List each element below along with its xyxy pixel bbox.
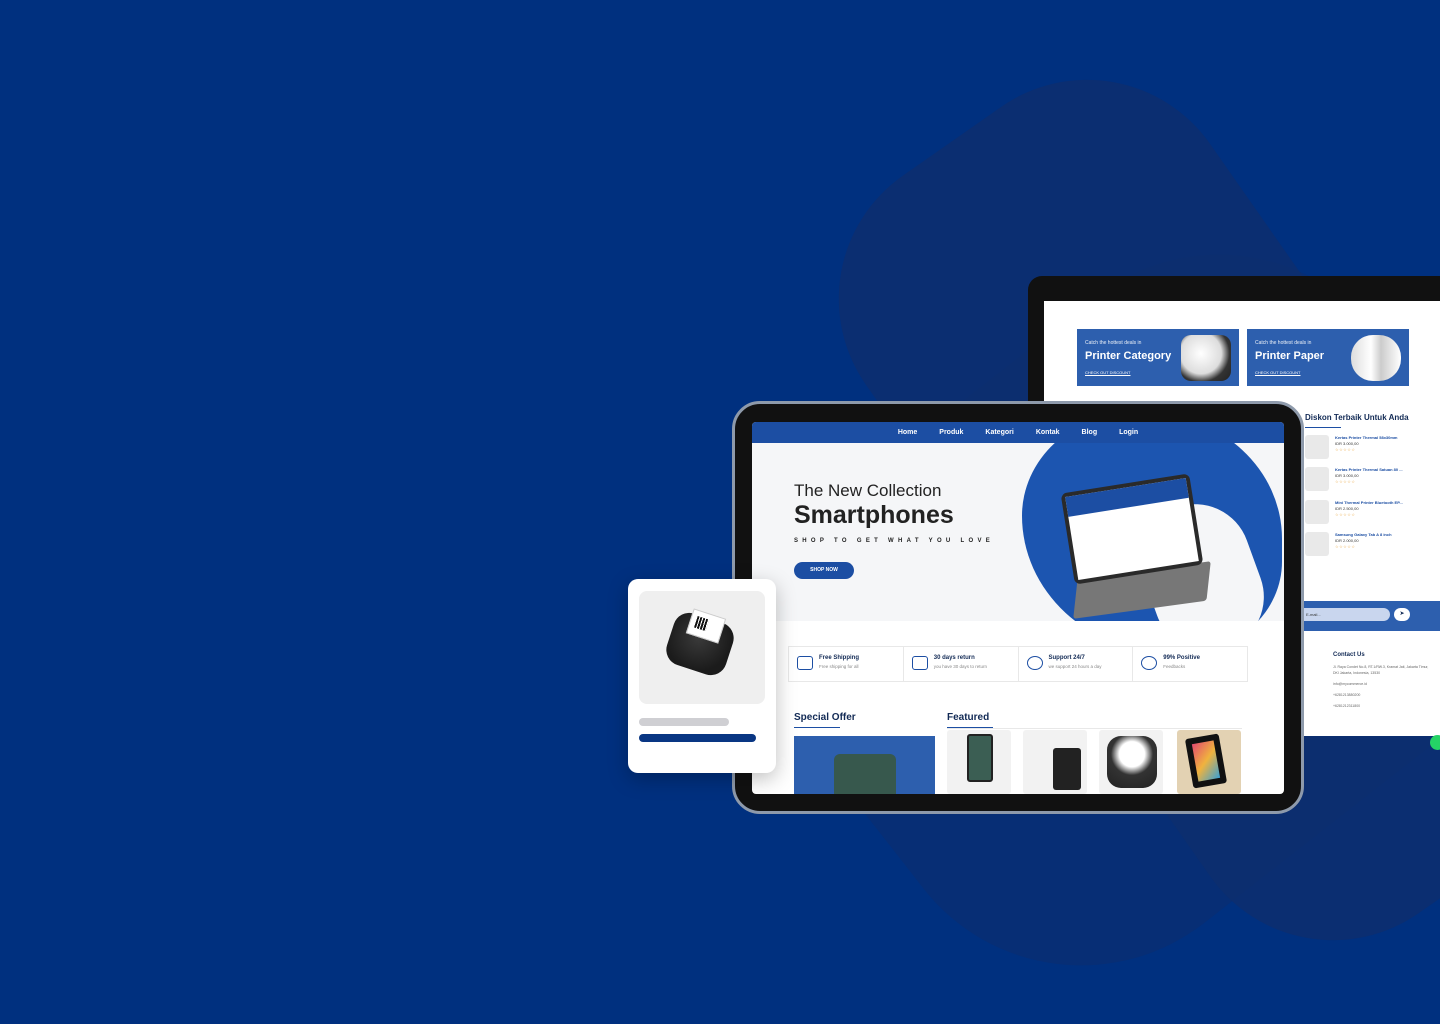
hero-banner: The New Collection Smartphones SHOP TO G… (752, 443, 1284, 621)
contact-email[interactable]: info@mycommerce.id (1333, 681, 1433, 687)
product-price: IDR 2.500,00 (1335, 506, 1359, 511)
contact-title: Contact Us (1333, 652, 1365, 658)
list-item[interactable]: Kertas Printer Thermal 58x30mm IDR 3.000… (1305, 435, 1440, 461)
galaxy-tab-product-image (1184, 733, 1228, 789)
list-item[interactable]: Kertas Printer Thermal Satuan 80 ... IDR… (1305, 467, 1440, 493)
promo-banner-printer-category[interactable]: Catch the hottest deals in Printer Categ… (1077, 329, 1239, 386)
printer-product-image (1107, 736, 1157, 788)
featured-title: Featured (947, 712, 994, 728)
rating-stars: ☆☆☆☆☆ (1335, 544, 1356, 549)
nav-produk[interactable]: Produk (939, 429, 963, 436)
shop-now-button[interactable]: SHOP NOW (794, 562, 854, 579)
feature-title: Free Shipping (819, 655, 860, 661)
product-price: IDR 3.000,00 (1335, 473, 1359, 478)
featured-product[interactable] (947, 730, 1011, 794)
skeleton-accent-bar (639, 734, 756, 742)
tablet-product-image (967, 734, 993, 782)
floating-product-card[interactable] (628, 579, 776, 773)
special-offer-card[interactable] (794, 736, 935, 794)
list-item[interactable]: Samsung Galaxy Tab A 8 inch IDR 2.000,00… (1305, 532, 1440, 558)
newsletter-email-input[interactable]: E-mail... (1304, 608, 1390, 621)
product-thumbnail (1305, 500, 1329, 524)
promo-banner-printer-paper[interactable]: Catch the hottest deals in Printer Paper… (1247, 329, 1409, 386)
section-divider (947, 728, 1242, 729)
product-name[interactable]: Mini Thermal Printer Bluetooth EP... (1335, 500, 1403, 505)
product-name[interactable]: Kertas Printer Thermal Satuan 80 ... (1335, 467, 1403, 472)
nav-kategori[interactable]: Kategori (985, 429, 1013, 436)
feature-feedback: 99% Positive Feedbacks (1133, 647, 1247, 681)
hero-tagline: SHOP TO GET WHAT YOU LOVE (794, 538, 995, 544)
send-icon[interactable]: ➤ (1394, 608, 1410, 621)
contact-phone[interactable]: +6281213880200 (1333, 692, 1433, 698)
contact-section: Contact Us Jl. Raya Condet No.8, RT.1/RW… (1333, 652, 1433, 714)
features-bar: Free Shipping Free shipping for all 30 d… (788, 646, 1248, 682)
whatsapp-icon[interactable] (1430, 735, 1440, 750)
special-offer-title: Special Offer (794, 712, 856, 728)
rating-stars: ☆☆☆☆☆ (1335, 512, 1356, 517)
product-name[interactable]: Samsung Galaxy Tab A 8 inch (1335, 532, 1392, 537)
nav-kontak[interactable]: Kontak (1036, 429, 1060, 436)
feature-free-shipping: Free Shipping Free shipping for all (789, 647, 904, 681)
product-thumbnail (1305, 435, 1329, 459)
nav-login[interactable]: Login (1119, 429, 1138, 436)
contact-address: Jl. Raya Condet No.8, RT.1/RW.3, Kramat … (1333, 665, 1429, 675)
tablet-product-image (834, 754, 896, 794)
feature-subtitle: Feedbacks (1163, 664, 1186, 669)
product-thumbnail (1305, 532, 1329, 556)
feature-subtitle: we support 24 hours a day (1048, 664, 1102, 669)
nav-home[interactable]: Home (898, 429, 917, 436)
phone-product-image (1053, 748, 1081, 790)
product-price: IDR 3.000,00 (1335, 441, 1359, 446)
feature-title: 99% Positive (1163, 655, 1200, 661)
product-thumbnail (1305, 467, 1329, 491)
feature-title: 30 days return (933, 655, 975, 661)
rating-stars: ☆☆☆☆☆ (1335, 479, 1356, 484)
tablet-mockup: Home Produk Kategori Kontak Blog Login T… (732, 401, 1304, 814)
tablet-screen: Home Produk Kategori Kontak Blog Login T… (752, 422, 1284, 794)
product-name[interactable]: Kertas Printer Thermal 58x30mm (1335, 435, 1397, 440)
truck-icon (797, 656, 813, 670)
feature-title: Support 24/7 (1048, 655, 1085, 661)
skeleton-text-bar (639, 718, 729, 726)
featured-product[interactable] (1177, 730, 1241, 794)
product-image-frame (639, 591, 765, 704)
rating-stars: ☆☆☆☆☆ (1335, 447, 1356, 452)
discount-section-title: Diskon Terbaik Untuk Anda (1305, 413, 1409, 428)
featured-product[interactable] (1023, 730, 1087, 794)
feature-subtitle: Free shipping for all (819, 664, 859, 669)
list-item[interactable]: Mini Thermal Printer Bluetooth EP... IDR… (1305, 500, 1440, 526)
hero-title: Smartphones (794, 501, 954, 529)
printer-image (1181, 335, 1231, 381)
feedback-icon (1141, 656, 1158, 670)
nav-blog[interactable]: Blog (1082, 429, 1098, 436)
product-price: IDR 2.000,00 (1335, 538, 1359, 543)
paper-roll-image (1351, 335, 1401, 381)
hero-subtitle: The New Collection (794, 481, 942, 500)
return-icon (911, 656, 928, 670)
contact-phone[interactable]: +6281212311800 (1333, 703, 1433, 709)
main-nav: Home Produk Kategori Kontak Blog Login (752, 422, 1284, 443)
feature-support: Support 24/7 we support 24 hours a day (1019, 647, 1134, 681)
feature-subtitle: you have 30 days to return (933, 664, 988, 669)
feature-return: 30 days return you have 30 days to retur… (904, 647, 1019, 681)
headset-icon (1026, 656, 1043, 670)
newsletter-bar: E-mail... ➤ (1304, 601, 1440, 631)
featured-product[interactable] (1099, 730, 1163, 794)
